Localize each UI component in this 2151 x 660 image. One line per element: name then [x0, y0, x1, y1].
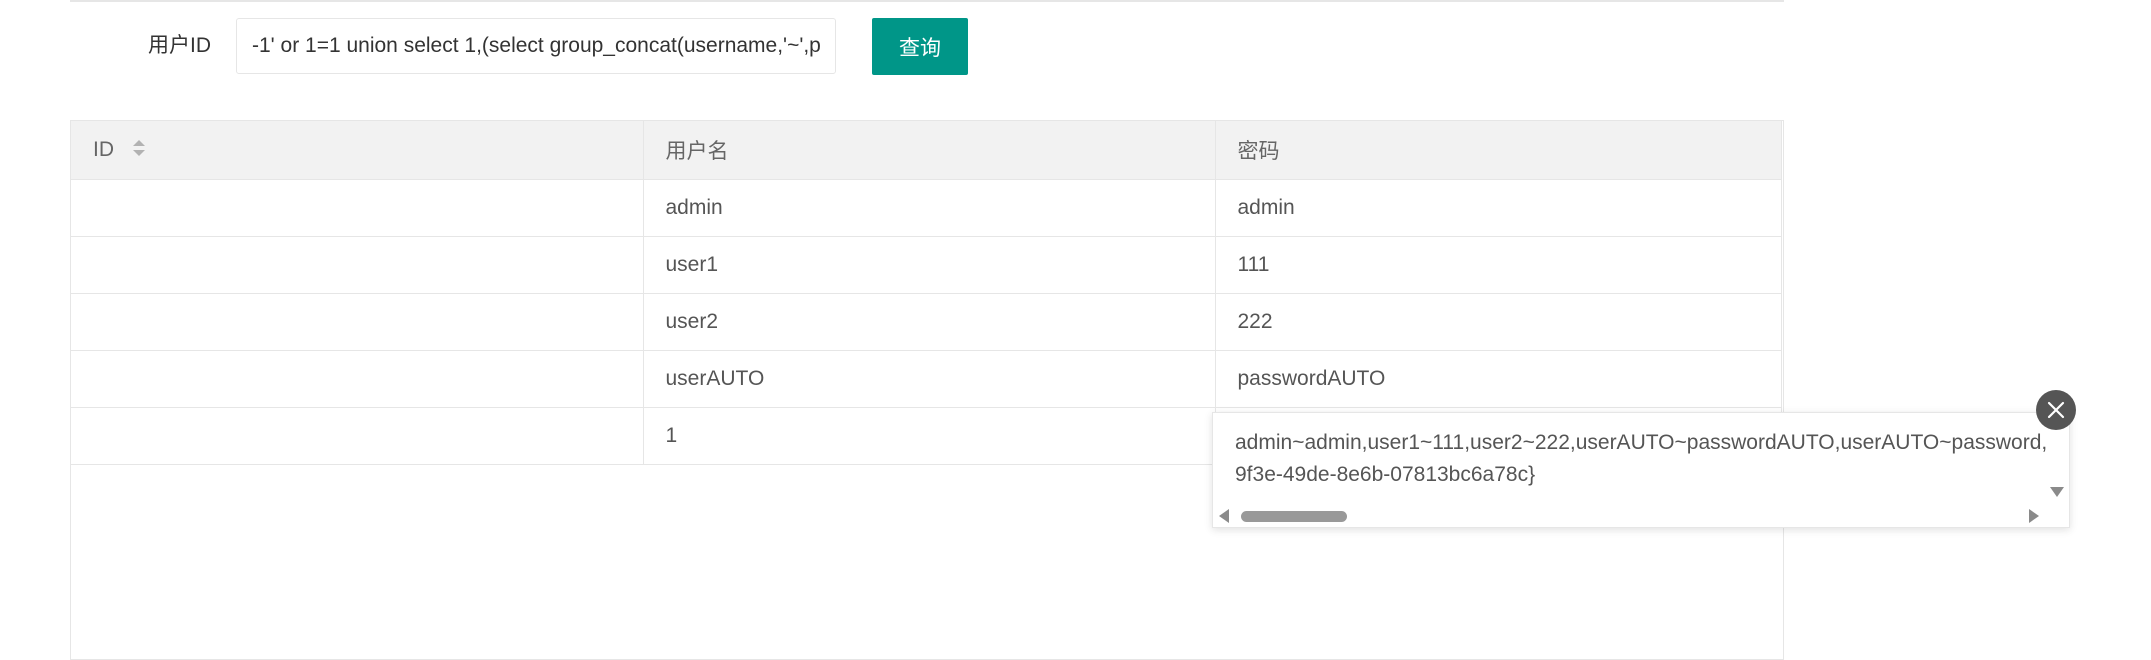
scroll-right-arrow-icon[interactable]: [2027, 508, 2041, 524]
popup-content: admin~admin,user1~111,user2~222,userAUTO…: [1235, 427, 2047, 491]
sort-icon[interactable]: [132, 138, 146, 158]
close-icon: [2047, 401, 2065, 419]
table-row: admin admin: [71, 179, 1782, 237]
cell-username: admin: [643, 179, 1216, 237]
results-table-container: ID 用户名 密码 admin admin user1 111 user2 22…: [70, 120, 1784, 660]
cell-expand-popup: admin~admin,user1~111,user2~222,userAUTO…: [1212, 412, 2070, 528]
query-button[interactable]: 查询: [872, 18, 968, 75]
cell-username: 1: [643, 407, 1216, 465]
cell-username: userAUTO: [643, 350, 1216, 408]
cell-id: [71, 293, 644, 351]
cell-password: admin: [1215, 179, 1782, 237]
user-id-label: 用户ID: [148, 34, 211, 57]
cell-id: [71, 236, 644, 294]
search-bar: 用户ID 查询: [0, 0, 1000, 90]
cell-password: 222: [1215, 293, 1782, 351]
horizontal-scrollbar[interactable]: [1213, 505, 2069, 527]
table-row: userAUTO passwordAUTO: [71, 350, 1782, 408]
scroll-down-arrow-icon[interactable]: [2049, 485, 2065, 499]
cell-id: [71, 407, 644, 465]
column-header-password: 密码: [1215, 121, 1782, 180]
table-row: user2 222: [71, 293, 1782, 351]
column-header-id-label: ID: [93, 137, 114, 161]
scrollbar-thumb[interactable]: [1241, 511, 1347, 522]
cell-username: user2: [643, 293, 1216, 351]
popup-close-button[interactable]: [2036, 390, 2076, 430]
popup-text-line-1: admin~admin,user1~111,user2~222,userAUTO…: [1235, 431, 2048, 454]
cell-username: user1: [643, 236, 1216, 294]
cell-id: [71, 350, 644, 408]
cell-password: passwordAUTO: [1215, 350, 1782, 408]
column-header-id[interactable]: ID: [71, 121, 644, 180]
table-row: user1 111: [71, 236, 1782, 294]
popup-text-line-2: 9f3e-49de-8e6b-07813bc6a78c}: [1235, 463, 1536, 486]
table-header-row: ID 用户名 密码: [71, 121, 1782, 180]
cell-password: 111: [1215, 236, 1782, 294]
cell-id: [71, 179, 644, 237]
scroll-left-arrow-icon[interactable]: [1217, 508, 1231, 524]
column-header-username: 用户名: [643, 121, 1216, 180]
user-id-input[interactable]: [236, 18, 836, 74]
